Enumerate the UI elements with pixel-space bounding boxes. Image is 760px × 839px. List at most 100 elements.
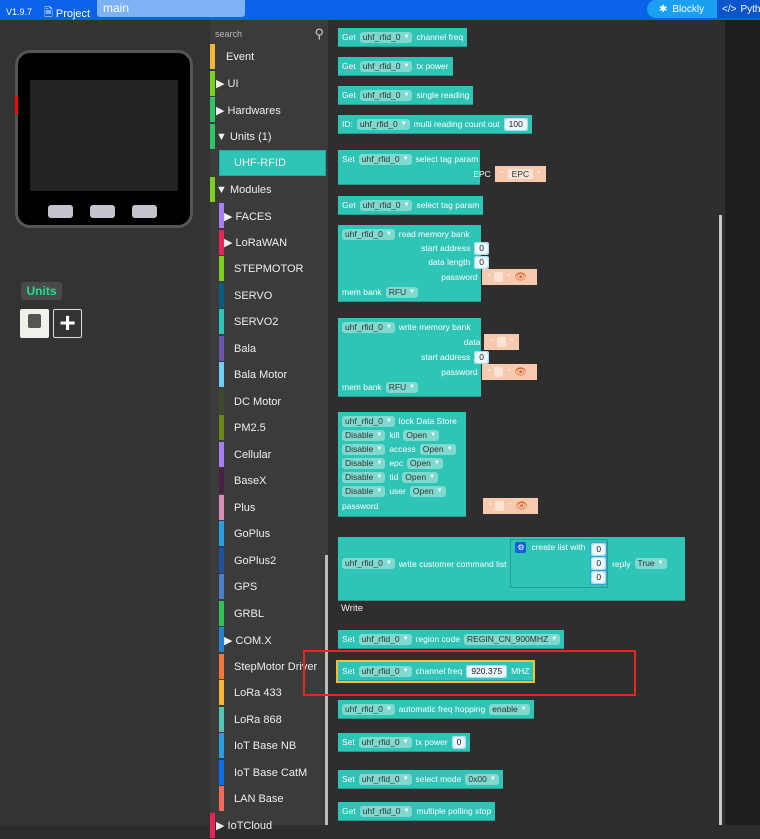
get-tx-power-block[interactable]: Get uhf_rfid_0 ▼ tx power [338, 57, 453, 76]
list-item-input[interactable]: 0 [591, 557, 607, 570]
block-dropdown[interactable]: uhf_rfid_0 ▼ [359, 31, 413, 43]
block-dropdown[interactable]: Open ▼ [409, 485, 446, 497]
sidebar-item-uhf-rfid[interactable]: UHF-RFID [219, 150, 326, 176]
device-button-b[interactable] [90, 205, 115, 218]
sidebar-item-pm2-5[interactable]: PM2.5 [210, 415, 328, 441]
string-input[interactable]: “EPC” [494, 166, 546, 182]
string-input[interactable]: “” [484, 334, 519, 350]
python-mode-button[interactable]: </> Pyth [717, 0, 760, 18]
create-list-block[interactable]: ⚙ create list with 0 0 0 [510, 539, 609, 588]
block-dropdown[interactable]: uhf_rfid_0 ▼ [342, 415, 395, 427]
block-dropdown[interactable]: RFU ▼ [385, 286, 419, 298]
block-dropdown[interactable]: uhf_rfid_0 ▼ [358, 773, 412, 785]
block-dropdown[interactable]: uhf_rfid_0 ▼ [342, 321, 395, 333]
block-dropdown[interactable]: RFU ▼ [385, 381, 419, 393]
sidebar-item-lorawan[interactable]: ▶ LoRaWAN [210, 229, 328, 256]
sidebar-item-faces[interactable]: ▶ FACES [210, 203, 328, 229]
block-dropdown[interactable]: Disable ▼ [342, 471, 386, 483]
write-customer-command-block[interactable]: uhf_rfid_0 ▼ write customer command list ⚙ c… [338, 537, 685, 601]
sidebar-item-ui[interactable]: ▶ UI [210, 70, 328, 97]
sidebar-item-lora-868[interactable]: LoRa 868 [210, 706, 328, 733]
sidebar-item-servo[interactable]: SERVO [210, 282, 328, 309]
sidebar-item-hardwares[interactable]: ▶ Hardwares [210, 97, 328, 123]
gear-icon[interactable]: ⚙ [515, 542, 527, 553]
sidebar-item-iot-base-nb[interactable]: IoT Base NB [210, 733, 328, 759]
sidebar-item-stepmotor[interactable]: STEPMOTOR [210, 256, 328, 282]
sidebar-item-bala[interactable]: Bala [210, 335, 328, 362]
sidebar-item-cellular[interactable]: Cellular [210, 441, 328, 468]
block-dropdown[interactable]: uhf_rfid_0 ▼ [358, 736, 412, 748]
sidebar-item-goplus2[interactable]: GoPlus2 [210, 547, 328, 574]
get-single-reading-block[interactable]: Get uhf_rfid_0 ▼ single reading [338, 86, 474, 105]
eye-icon[interactable]: 👁 [514, 272, 527, 283]
block-dropdown[interactable]: Disable ▼ [342, 485, 386, 497]
multi-reading-block[interactable]: ID: uhf_rfid_0 ▼ multi reading count out 100 [338, 115, 532, 134]
sidebar-item-basex[interactable]: BaseX [210, 468, 328, 494]
device-button-c[interactable] [132, 205, 157, 218]
get-select-tag-param-block[interactable]: Get uhf_rfid_0 ▼ select tag param [338, 196, 484, 215]
block-dropdown[interactable]: uhf_rfid_0 ▼ [358, 153, 412, 165]
block-dropdown[interactable]: uhf_rfid_0 ▼ [356, 118, 410, 130]
number-input[interactable]: 0 [451, 735, 467, 749]
block-dropdown[interactable]: 0x00 ▼ [465, 773, 499, 785]
set-tx-power-block[interactable]: Set uhf_rfid_0 ▼ tx power 0 [338, 733, 471, 752]
block-dropdown[interactable]: uhf_rfid_0 ▼ [342, 703, 395, 715]
set-select-mode-block[interactable]: Set uhf_rfid_0 ▼ select mode 0x00 ▼ [338, 770, 503, 789]
block-dropdown[interactable]: uhf_rfid_0 ▼ [342, 558, 395, 569]
block-dropdown[interactable]: Open ▼ [419, 443, 456, 455]
password-input[interactable]: “ ” 👁 [481, 269, 537, 285]
sidebar-item-modules[interactable]: ▼ Modules [210, 176, 328, 203]
read-memory-bank-block[interactable]: uhf_rfid_0 ▼ read memory bank start address… [338, 225, 537, 302]
block-dropdown[interactable]: Disable ▼ [342, 443, 386, 455]
block-dropdown[interactable]: Open ▼ [407, 457, 443, 469]
sidebar-item-servo2[interactable]: SERVO2 [210, 309, 328, 335]
eye-icon[interactable]: 👁 [514, 367, 527, 378]
search-input[interactable]: search ⚲ [215, 25, 327, 43]
sidebar-item-goplus[interactable]: GoPlus [210, 521, 328, 547]
block-dropdown[interactable]: uhf_rfid_0 ▼ [359, 60, 413, 72]
sidebar-item-grbl[interactable]: GRBL [210, 600, 328, 627]
blockly-mode-button[interactable]: ✱ Blockly [647, 0, 717, 18]
write-memory-bank-block[interactable]: uhf_rfid_0 ▼ write memory bank data “” start … [338, 318, 537, 397]
sidebar-item-dc-motor[interactable]: DC Motor [210, 388, 328, 415]
search-icon[interactable]: ⚲ [314, 26, 324, 42]
sidebar-item-iotcloud[interactable]: ▶ IoTCloud [210, 812, 328, 839]
password-input[interactable]: “ ” 👁 [482, 498, 538, 514]
block-dropdown[interactable]: enable ▼ [489, 703, 530, 715]
device-button-a[interactable] [48, 205, 73, 218]
number-input[interactable]: 100 [503, 117, 528, 131]
flyout-scrollbar[interactable] [719, 215, 722, 825]
block-dropdown[interactable]: Disable ▼ [342, 457, 386, 469]
block-dropdown[interactable]: uhf_rfid_0 ▼ [359, 199, 413, 211]
block-dropdown[interactable]: uhf_rfid_0 ▼ [342, 228, 395, 240]
block-dropdown[interactable]: Open ▼ [402, 471, 439, 483]
password-input[interactable]: “ ” 👁 [481, 364, 537, 380]
set-region-code-block[interactable]: Set uhf_rfid_0 ▼ region code REGIN_CN_900MHZ… [338, 630, 565, 649]
number-input[interactable]: 0 [474, 350, 489, 364]
sidebar-item-iot-base-catm[interactable]: IoT Base CatM [210, 759, 328, 786]
uhf-rfid-unit-icon[interactable] [20, 309, 49, 338]
get-multiple-polling-stop-block[interactable]: Get uhf_rfid_0 ▼ multiple polling stop [338, 802, 496, 821]
number-input[interactable]: 0 [474, 255, 489, 269]
lock-data-store-block[interactable]: uhf_rfid_0 ▼ lock Data Store Disable ▼ kill Op… [338, 412, 538, 517]
block-dropdown[interactable]: uhf_rfid_0 ▼ [359, 89, 413, 101]
sidebar-item-gps[interactable]: GPS [210, 574, 328, 600]
block-dropdown[interactable]: Disable ▼ [342, 429, 386, 441]
device-screen[interactable] [30, 80, 178, 191]
number-input[interactable]: 0 [474, 241, 489, 255]
sidebar-item-plus[interactable]: Plus [210, 494, 328, 521]
block-dropdown[interactable]: REGIN_CN_900MHZ ▼ [463, 633, 561, 645]
sidebar-item-lan-base[interactable]: LAN Base [210, 786, 328, 812]
block-dropdown[interactable]: uhf_rfid_0 ▼ [358, 633, 412, 645]
block-dropdown[interactable]: uhf_rfid_0 ▼ [359, 805, 413, 817]
block-dropdown[interactable]: True ▼ [634, 558, 667, 569]
list-item-input[interactable]: 0 [591, 543, 607, 556]
auto-freq-hopping-block[interactable]: uhf_rfid_0 ▼ automatic freq hopping enable ▼ [338, 700, 534, 719]
add-unit-button[interactable]: + [53, 309, 82, 338]
sidebar-item-units-1-[interactable]: ▼ Units (1) [210, 123, 328, 150]
sidebar-item-bala-motor[interactable]: Bala Motor [210, 362, 328, 388]
eye-icon[interactable]: 👁 [515, 501, 528, 512]
sidebar-item-event[interactable]: Event [210, 44, 328, 70]
workspace-canvas[interactable] [725, 20, 760, 825]
block-dropdown[interactable]: Open ▼ [403, 429, 439, 441]
